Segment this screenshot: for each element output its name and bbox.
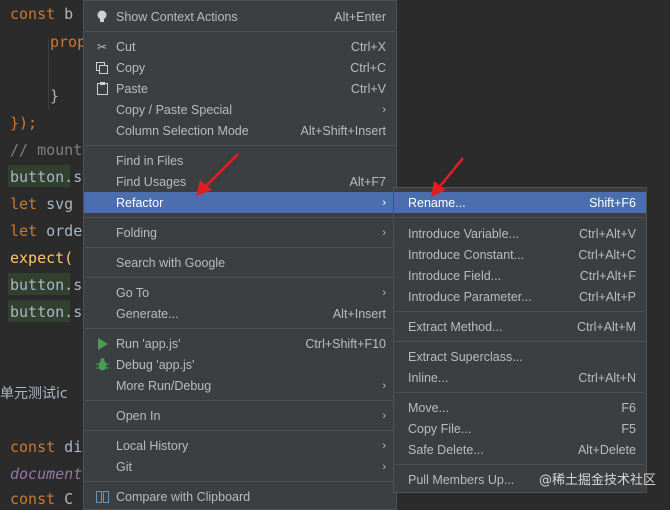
code-line: prop bbox=[50, 33, 87, 51]
chevron-right-icon: › bbox=[382, 409, 386, 422]
menu-separator bbox=[85, 145, 395, 146]
menu-separator bbox=[395, 392, 645, 393]
menu-separator bbox=[85, 31, 395, 32]
code-line: document bbox=[10, 465, 83, 483]
submenu-item-introduce-constant[interactable]: Introduce Constant... Ctrl+Alt+C bbox=[394, 244, 646, 265]
menu-separator bbox=[85, 400, 395, 401]
menu-separator bbox=[85, 481, 395, 482]
indent-guide bbox=[48, 40, 49, 110]
menu-item-copy-paste-special[interactable]: Copy / Paste Special › bbox=[84, 99, 396, 120]
submenu-item-copy-file[interactable]: Copy File... F5 bbox=[394, 418, 646, 439]
submenu-item-extract-method[interactable]: Extract Method... Ctrl+Alt+M bbox=[394, 316, 646, 337]
menu-item-debug-app[interactable]: Debug 'app.js' bbox=[84, 354, 396, 375]
debug-bug-icon bbox=[95, 358, 109, 372]
watermark: @稀土掘金技术社区 bbox=[538, 473, 656, 488]
submenu-item-introduce-variable[interactable]: Introduce Variable... Ctrl+Alt+V bbox=[394, 223, 646, 244]
code-line: const C bbox=[10, 490, 74, 508]
lightbulb-icon bbox=[95, 10, 109, 24]
menu-separator bbox=[395, 217, 645, 218]
menu-separator bbox=[85, 328, 395, 329]
menu-item-git[interactable]: Git › bbox=[84, 456, 396, 477]
menu-item-open-in[interactable]: Open In › bbox=[84, 405, 396, 426]
submenu-item-introduce-parameter[interactable]: Introduce Parameter... Ctrl+Alt+P bbox=[394, 286, 646, 307]
menu-item-go-to[interactable]: Go To › bbox=[84, 282, 396, 303]
menu-separator bbox=[395, 464, 645, 465]
menu-item-run-app[interactable]: Run 'app.js' Ctrl+Shift+F10 bbox=[84, 333, 396, 354]
code-line: // mount bbox=[10, 141, 83, 159]
menu-separator bbox=[395, 311, 645, 312]
submenu-item-introduce-field[interactable]: Introduce Field... Ctrl+Alt+F bbox=[394, 265, 646, 286]
submenu-item-safe-delete[interactable]: Safe Delete... Alt+Delete bbox=[394, 439, 646, 460]
menu-item-folding[interactable]: Folding › bbox=[84, 222, 396, 243]
code-line: const di bbox=[10, 438, 83, 456]
menu-item-copy[interactable]: Copy Ctrl+C bbox=[84, 57, 396, 78]
refactor-submenu: Rename... Shift+F6 Introduce Variable...… bbox=[393, 187, 647, 493]
context-menu: Show Context Actions Alt+Enter ✂ Cut Ctr… bbox=[83, 0, 397, 510]
menu-item-generate[interactable]: Generate... Alt+Insert bbox=[84, 303, 396, 324]
menu-separator bbox=[85, 217, 395, 218]
chevron-right-icon: › bbox=[382, 286, 386, 299]
chevron-right-icon: › bbox=[382, 226, 386, 239]
menu-item-column-selection-mode[interactable]: Column Selection Mode Alt+Shift+Insert bbox=[84, 120, 396, 141]
clipboard-icon bbox=[95, 82, 109, 96]
chevron-right-icon: › bbox=[382, 196, 386, 209]
menu-item-more-run-debug[interactable]: More Run/Debug › bbox=[84, 375, 396, 396]
menu-separator bbox=[85, 247, 395, 248]
code-line: }); bbox=[10, 114, 38, 132]
menu-separator bbox=[85, 277, 395, 278]
code-line: button.s bbox=[10, 276, 83, 294]
chevron-right-icon: › bbox=[382, 460, 386, 473]
menu-item-show-context-actions[interactable]: Show Context Actions Alt+Enter bbox=[84, 6, 396, 27]
code-line: const b bbox=[10, 5, 74, 23]
chevron-right-icon: › bbox=[382, 379, 386, 392]
annotation-arrow-rename bbox=[431, 157, 464, 197]
submenu-item-extract-superclass[interactable]: Extract Superclass... bbox=[394, 346, 646, 367]
submenu-item-inline[interactable]: Inline... Ctrl+Alt+N bbox=[394, 367, 646, 388]
chevron-right-icon: › bbox=[382, 103, 386, 116]
code-line: let orde bbox=[10, 222, 83, 240]
code-line: button.s bbox=[10, 168, 83, 186]
submenu-item-move[interactable]: Move... F6 bbox=[394, 397, 646, 418]
menu-item-compare-with-clipboard[interactable]: Compare with Clipboard bbox=[84, 486, 396, 507]
menu-item-cut[interactable]: ✂ Cut Ctrl+X bbox=[84, 36, 396, 57]
code-line: expect( bbox=[10, 249, 74, 267]
menu-item-paste[interactable]: Paste Ctrl+V bbox=[84, 78, 396, 99]
menu-item-search-with-google[interactable]: Search with Google bbox=[84, 252, 396, 273]
menu-separator bbox=[395, 341, 645, 342]
code-line: button.s bbox=[10, 303, 83, 321]
menu-separator bbox=[85, 430, 395, 431]
menu-item-local-history[interactable]: Local History › bbox=[84, 435, 396, 456]
chevron-right-icon: › bbox=[382, 439, 386, 452]
copy-icon bbox=[95, 61, 109, 75]
run-icon bbox=[95, 337, 109, 351]
code-line: let svg bbox=[10, 195, 74, 213]
code-line: } bbox=[50, 87, 60, 105]
code-line: 单元测试ic bbox=[0, 386, 68, 402]
scissors-icon: ✂ bbox=[96, 39, 108, 54]
compare-icon bbox=[95, 490, 109, 504]
annotation-arrow-refactor bbox=[196, 153, 239, 196]
